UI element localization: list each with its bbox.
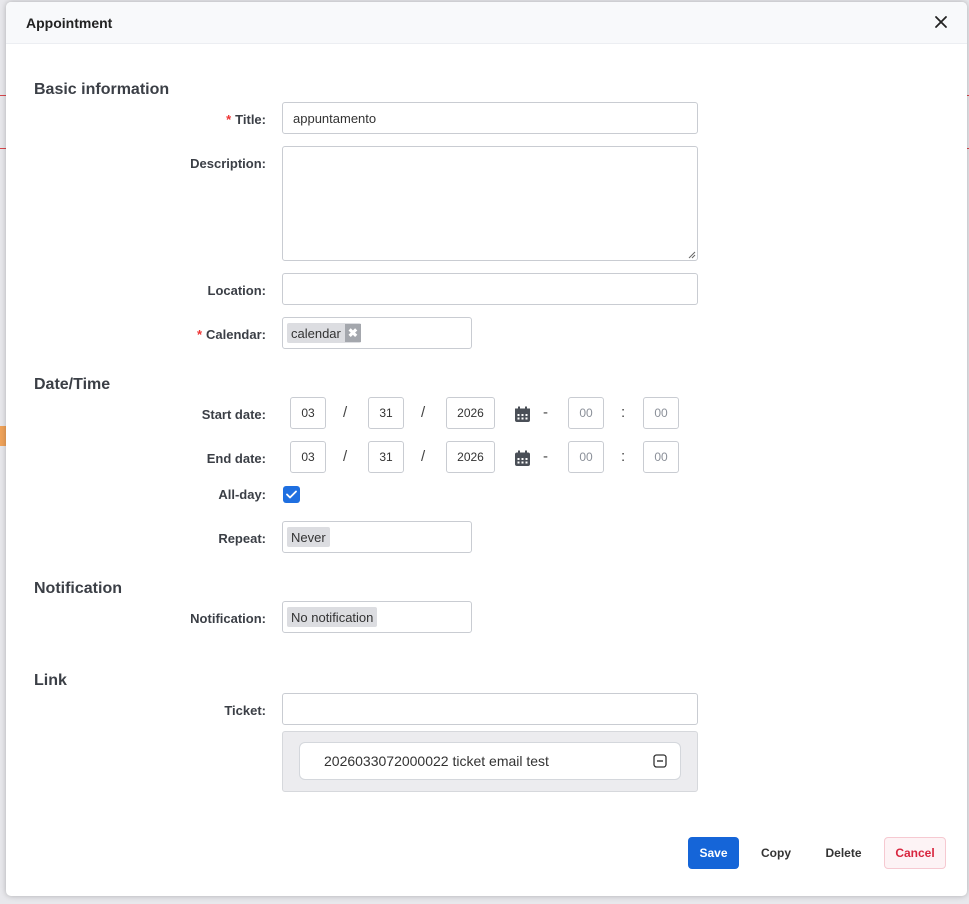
calendar-select[interactable]: calendar ✖ <box>282 317 472 349</box>
calendar-icon[interactable] <box>514 406 531 423</box>
description-textarea[interactable] <box>282 146 698 261</box>
section-link: Link <box>34 672 67 689</box>
appointment-dialog: Appointment Basic information *Title: De… <box>6 2 967 896</box>
dialog-header: Appointment <box>6 2 967 44</box>
start-date-label: Start date: <box>201 407 266 422</box>
start-minute-input[interactable]: 00 <box>643 397 679 429</box>
repeat-select[interactable]: Never <box>282 521 472 553</box>
date-separator: / <box>343 448 348 465</box>
calendar-chip: calendar ✖ <box>287 323 361 343</box>
section-date-time: Date/Time <box>34 376 111 393</box>
delete-button[interactable]: Delete <box>815 837 872 869</box>
dialog-title: Appointment <box>26 15 113 31</box>
end-month-input[interactable]: 03 <box>290 441 326 473</box>
linked-tickets-panel: 2026033072000022 ticket email test <box>282 731 698 792</box>
notification-chip: No notification <box>287 607 378 627</box>
notification-value: No notification <box>291 609 374 625</box>
date-separator: / <box>421 404 426 421</box>
title-label: * Title: <box>226 112 266 127</box>
range-separator: - <box>543 448 548 465</box>
calendar-chip-label: calendar <box>291 325 341 341</box>
minus-square-icon[interactable] <box>653 754 667 768</box>
end-minute-input[interactable]: 00 <box>643 441 679 473</box>
description-label: Description: <box>190 156 266 171</box>
all-day-checkbox[interactable] <box>283 486 300 503</box>
repeat-chip: Never <box>287 527 330 547</box>
time-separator: : <box>621 404 626 421</box>
section-notification: Notification <box>34 580 122 597</box>
linked-ticket-item[interactable]: 2026033072000022 ticket email test <box>299 742 681 780</box>
resize-handle-icon[interactable] <box>688 251 696 259</box>
all-day-label: All-day: <box>218 487 266 502</box>
close-icon[interactable] <box>933 13 949 31</box>
repeat-label: Repeat: <box>218 531 266 546</box>
start-month-input[interactable]: 03 <box>290 397 326 429</box>
check-icon <box>286 490 297 499</box>
end-hour-input[interactable]: 00 <box>568 441 604 473</box>
start-hour-input[interactable]: 00 <box>568 397 604 429</box>
start-year-input[interactable]: 2026 <box>446 397 495 429</box>
linked-ticket-label: 2026033072000022 ticket email test <box>324 753 549 769</box>
copy-button[interactable]: Copy <box>750 837 802 869</box>
title-input[interactable] <box>282 102 698 134</box>
ticket-search-input[interactable] <box>282 693 698 725</box>
x-icon[interactable]: ✖ <box>344 324 361 342</box>
cancel-button[interactable]: Cancel <box>884 837 946 869</box>
location-input[interactable] <box>282 273 698 305</box>
save-button[interactable]: Save <box>688 837 739 869</box>
start-day-input[interactable]: 31 <box>368 397 404 429</box>
end-day-input[interactable]: 31 <box>368 441 404 473</box>
date-separator: / <box>421 448 426 465</box>
calendar-icon[interactable] <box>514 450 531 467</box>
location-label: Location: <box>207 283 267 298</box>
description-wrapper <box>282 146 698 261</box>
date-separator: / <box>343 404 348 421</box>
repeat-value: Never <box>291 529 326 545</box>
section-basic-information: Basic information <box>34 81 170 98</box>
range-separator: - <box>543 404 548 421</box>
ticket-label: Ticket: <box>224 703 266 718</box>
notification-select[interactable]: No notification <box>282 601 472 633</box>
time-separator: : <box>621 448 626 465</box>
calendar-label: * Calendar: <box>196 327 266 342</box>
end-year-input[interactable]: 2026 <box>446 441 495 473</box>
end-date-label: End date: <box>206 451 266 466</box>
notification-label: Notification: <box>190 611 266 626</box>
